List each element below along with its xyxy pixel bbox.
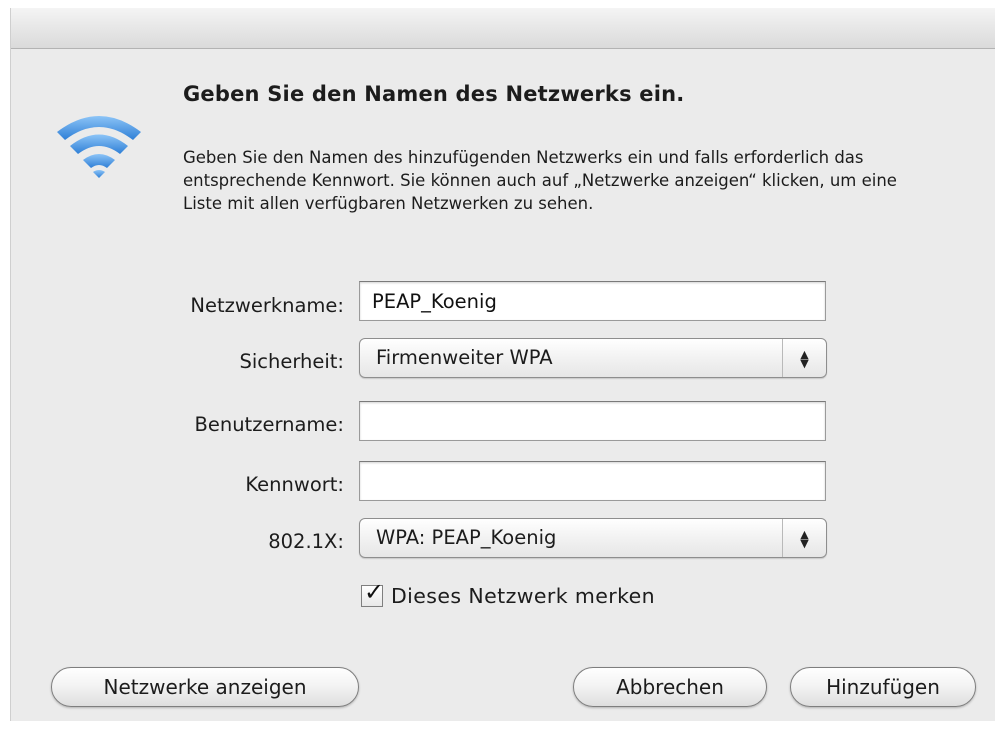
remember-network-label: Dieses Netzwerk merken xyxy=(391,584,656,608)
remember-network-checkbox[interactable]: ✓ xyxy=(361,578,384,607)
security-select-value: Firmenweiter WPA xyxy=(376,346,553,369)
network-name-label: Netzwerkname: xyxy=(190,294,344,317)
dialog-description: Geben Sie den Namen des hinzufügenden Ne… xyxy=(183,148,897,213)
updown-arrows-icon: ▲ ▼ xyxy=(782,339,826,377)
eap-select[interactable]: WPA: PEAP_Koenig ▲ ▼ xyxy=(359,518,827,558)
updown-arrows-icon: ▲ ▼ xyxy=(782,519,826,557)
security-select[interactable]: Firmenweiter WPA ▲ ▼ xyxy=(359,338,827,378)
cancel-button[interactable]: Abbrechen xyxy=(573,667,767,707)
eap-select-value: WPA: PEAP_Koenig xyxy=(376,526,557,549)
security-label: Sicherheit: xyxy=(239,350,344,373)
add-button[interactable]: Hinzufügen xyxy=(790,667,976,707)
add-network-dialog: Geben Sie den Namen des Netzwerks ein. G… xyxy=(10,8,995,721)
show-networks-button[interactable]: Netzwerke anzeigen xyxy=(51,667,359,707)
username-input[interactable] xyxy=(359,401,826,441)
remember-network-option[interactable]: ✓ Dieses Netzwerk merken xyxy=(361,578,656,612)
password-label: Kennwort: xyxy=(245,473,344,496)
checkmark-icon: ✓ xyxy=(364,578,385,606)
wifi-icon xyxy=(57,116,141,178)
password-input[interactable] xyxy=(359,461,826,501)
dialog-title-bar xyxy=(11,8,995,49)
dialog-heading: Geben Sie den Namen des Netzwerks ein. xyxy=(183,82,685,106)
eap-label: 802.1X: xyxy=(268,530,344,553)
network-name-input[interactable] xyxy=(359,281,826,321)
username-label: Benutzername: xyxy=(194,413,344,436)
